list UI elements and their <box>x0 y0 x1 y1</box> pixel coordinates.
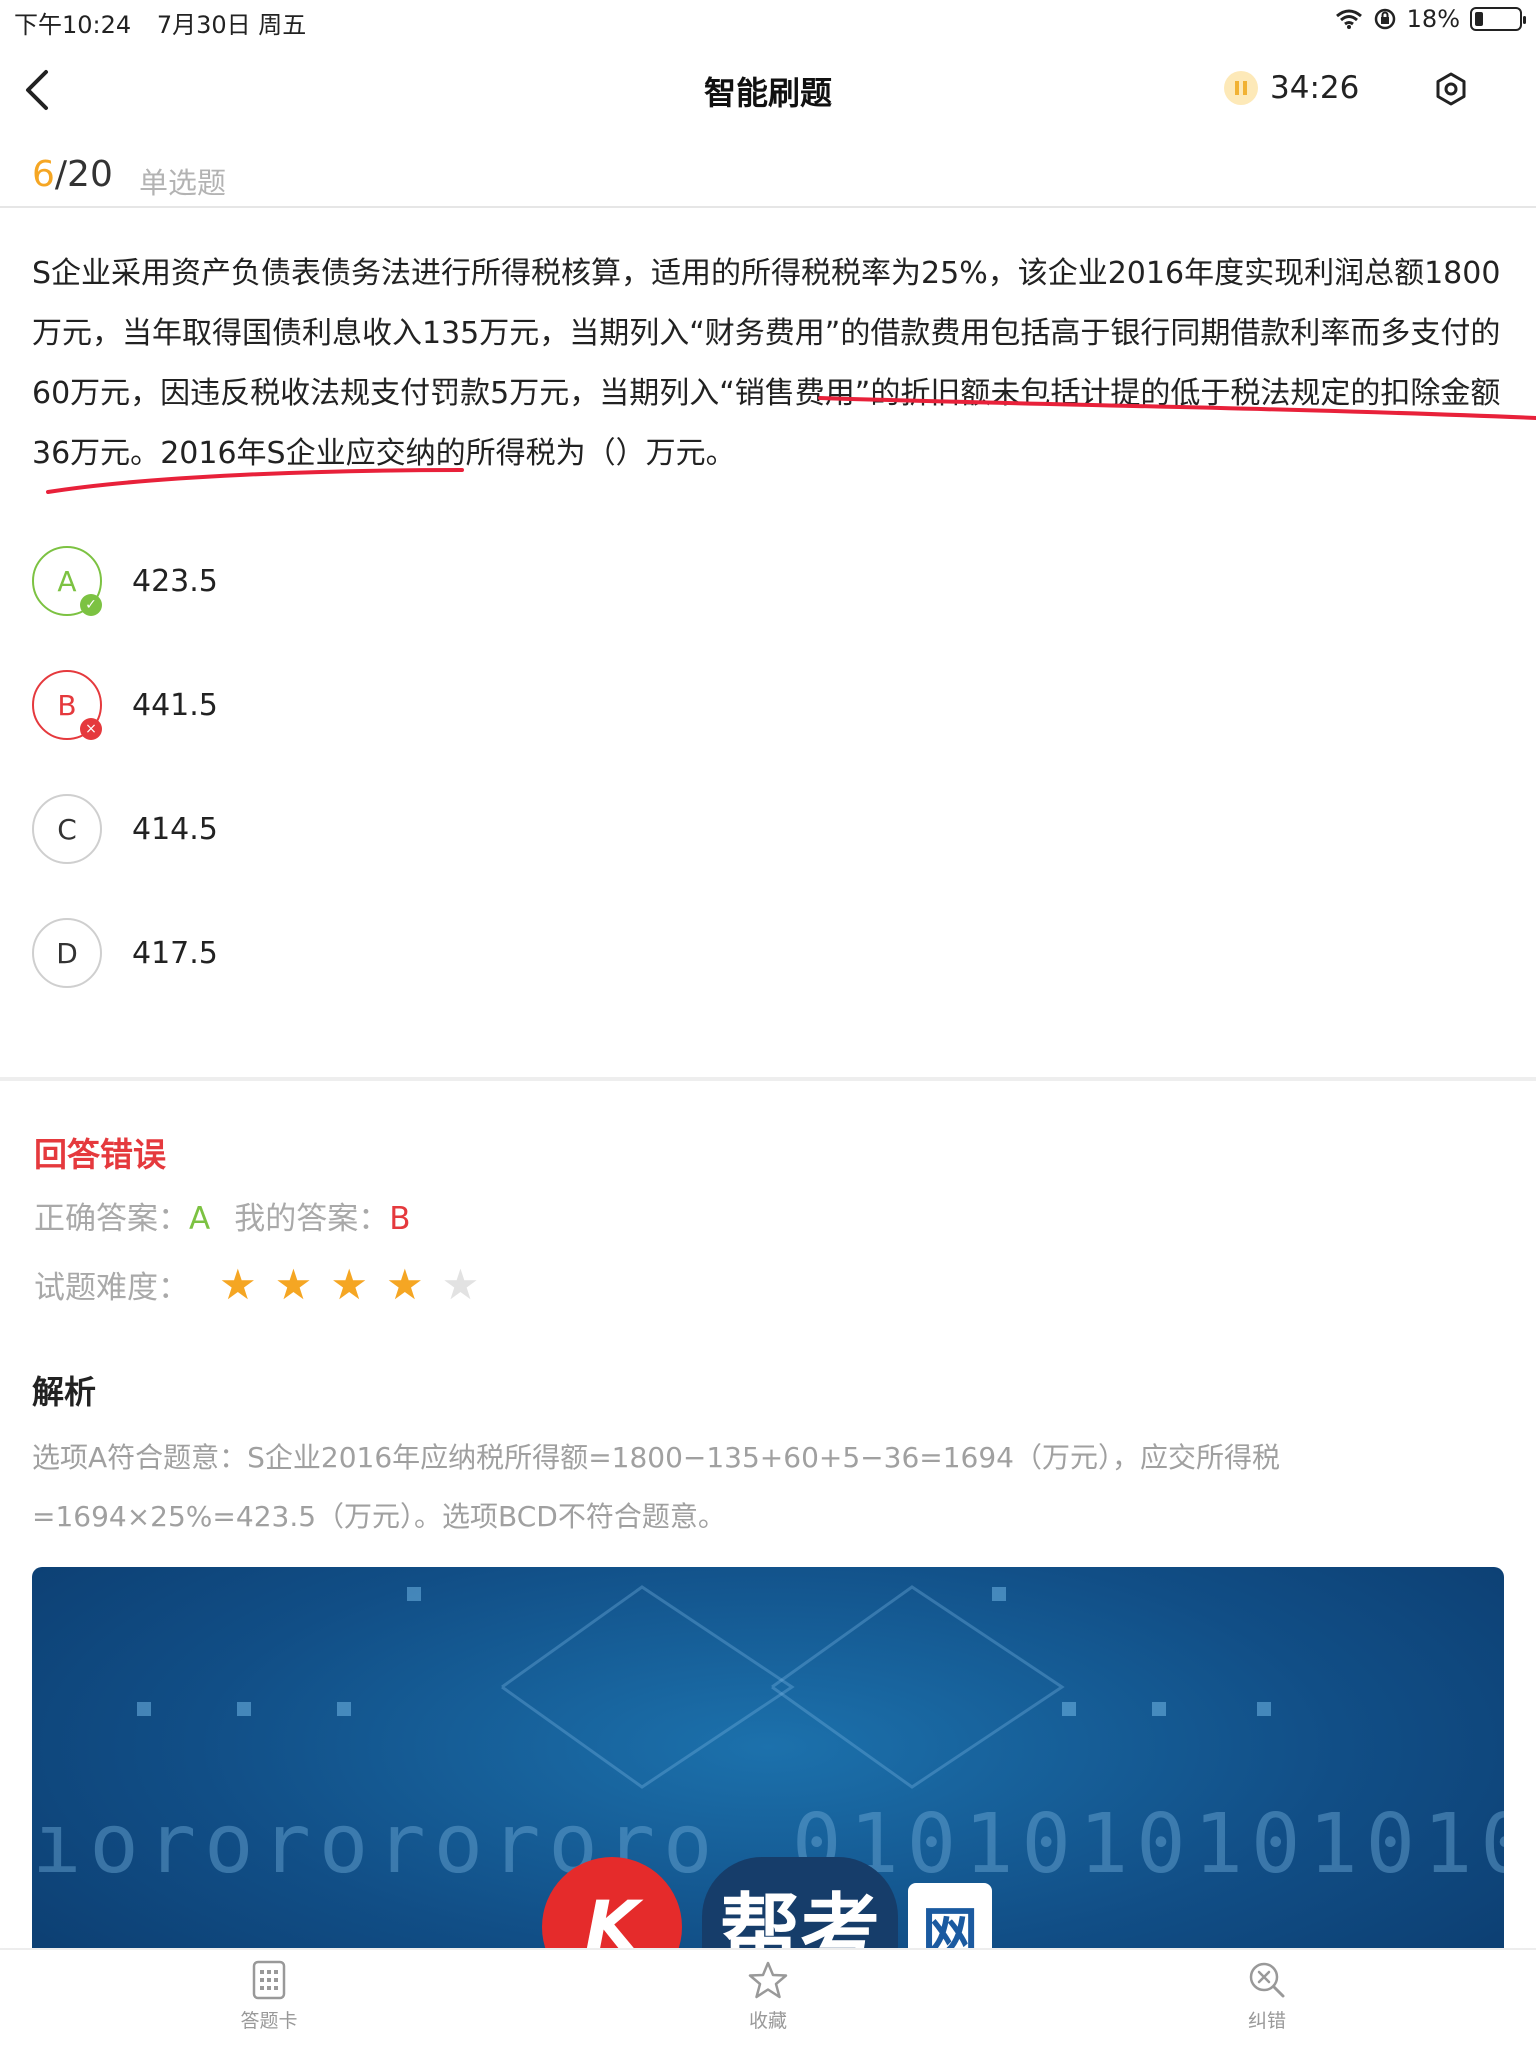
status-bar: 下午10:24 7月30日 周五 18% <box>0 0 1536 40</box>
progress-row: 6/20 单选题 <box>0 140 1536 208</box>
section-divider <box>0 1077 1536 1081</box>
option-a-text: 423.5 <box>132 563 218 599</box>
question-type: 单选题 <box>139 166 227 200</box>
analysis-text: 选项A符合题意：S企业2016年应纳税所得额=1800−135+60+5−36=… <box>32 1441 1280 1533</box>
option-c[interactable]: C 414.5 <box>32 793 632 865</box>
option-d[interactable]: D 417.5 <box>32 917 632 989</box>
nav-header: 智能刷题 34:26 <box>0 40 1536 140</box>
answer-row: 正确答案：A 我的答案：B <box>34 1193 411 1238</box>
wifi-icon <box>1335 9 1362 29</box>
correct-answer: A <box>189 1201 211 1237</box>
star-icon: ★ <box>441 1259 480 1309</box>
option-d-text: 417.5 <box>132 935 218 971</box>
current-question-number: 6 <box>32 154 55 195</box>
correct-answer-label: 正确答案： <box>34 1201 189 1237</box>
check-icon: ✓ <box>80 594 102 616</box>
rotation-lock-icon <box>1374 8 1395 30</box>
option-c-text: 414.5 <box>132 811 218 847</box>
close-icon: × <box>80 718 102 740</box>
tab-favorite[interactable]: 收藏 <box>698 1960 838 2033</box>
tab-answer-sheet-label: 答题卡 <box>240 2010 298 2032</box>
tab-favorite-label: 收藏 <box>748 2010 787 2032</box>
star-icon: ★ <box>219 1259 257 1309</box>
star-icon: ★ <box>274 1259 313 1309</box>
total-questions: /20 <box>54 154 113 195</box>
page: 下午10:24 7月30日 周五 18% 智能刷题 34:26 6/20 单选题… <box>0 0 1536 2048</box>
option-b[interactable]: B × 441.5 <box>32 669 632 741</box>
option-b-letter-text: B <box>57 688 77 722</box>
status-time: 下午10:24 <box>14 11 132 39</box>
battery-icon <box>1470 7 1526 31</box>
my-answer-label: 我的答案： <box>234 1201 390 1237</box>
difficulty-row: 试题难度： ★ ★ ★ ★ ★ <box>34 1262 479 1307</box>
star-icon: ★ <box>330 1259 368 1309</box>
analysis-title: 解析 <box>32 1373 97 1411</box>
answer-sheet-icon <box>252 1960 286 2000</box>
option-d-letter: D <box>32 918 102 988</box>
star-icon: ★ <box>385 1259 424 1309</box>
bottom-tab-bar: 答题卡 收藏 纠错 <box>0 1948 1536 2048</box>
star-icon <box>748 1961 788 1999</box>
back-button[interactable] <box>18 68 58 112</box>
option-b-text: 441.5 <box>132 687 218 723</box>
settings-button[interactable] <box>1433 71 1469 107</box>
option-c-letter-text: C <box>57 812 77 846</box>
question-text: S企业采用资产负债表债务法进行所得税核算，适用的所得税税率为25%，该企业201… <box>32 244 1512 484</box>
tab-report-error[interactable]: 纠错 <box>1197 1960 1337 2033</box>
status-date: 7月30日 周五 <box>156 11 307 39</box>
error-report-icon <box>1249 1962 1285 1998</box>
timer-value: 34:26 <box>1270 70 1360 106</box>
timer[interactable]: 34:26 <box>1224 70 1359 106</box>
battery-fill <box>1475 12 1483 26</box>
tab-answer-sheet[interactable]: 答题卡 <box>199 1960 339 2033</box>
my-answer: B <box>389 1201 411 1237</box>
result-title: 回答错误 <box>34 1135 166 1174</box>
option-d-letter-text: D <box>56 936 78 970</box>
option-a[interactable]: A ✓ 423.5 <box>32 545 632 617</box>
question-text-after: 2016年S企业应交纳的所得税为（）万元。 <box>160 436 736 471</box>
option-a-letter-text: A <box>57 564 77 598</box>
battery-percent: 18% <box>1406 5 1460 33</box>
option-c-letter: C <box>32 794 102 864</box>
pause-icon[interactable] <box>1224 71 1258 105</box>
tab-report-error-label: 纠错 <box>1247 2010 1286 2032</box>
option-a-letter: A ✓ <box>32 546 102 616</box>
question-progress: 6/20 <box>32 154 113 195</box>
difficulty-stars: ★ ★ ★ ★ ★ <box>219 1259 480 1309</box>
difficulty-label: 试题难度： <box>34 1270 189 1306</box>
option-b-letter: B × <box>32 670 102 740</box>
